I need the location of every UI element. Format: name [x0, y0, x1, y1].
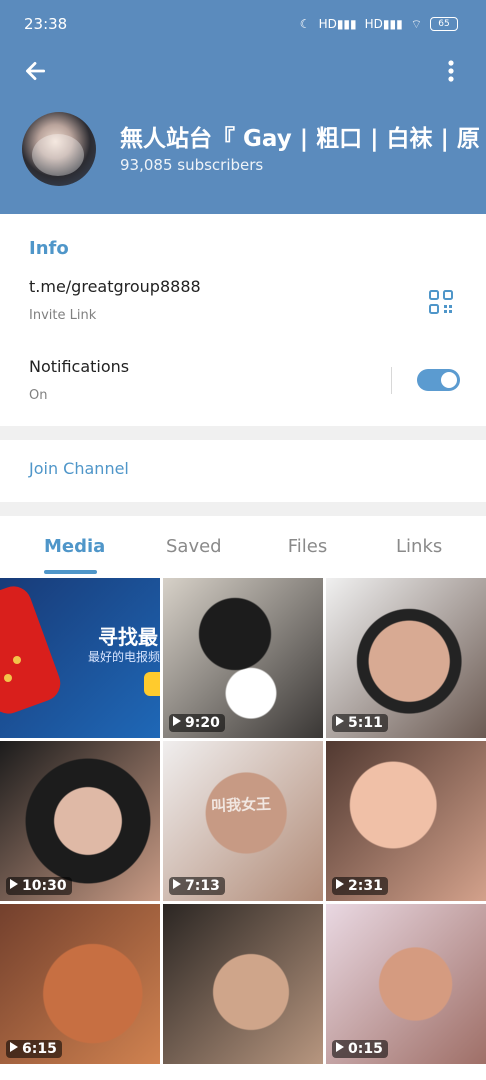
notifications-label: Notifications: [29, 357, 130, 376]
join-channel-section: Join Channel: [0, 440, 486, 502]
media-tile-video[interactable]: 9:20: [163, 578, 323, 738]
play-icon: [336, 1042, 344, 1052]
invite-link-row[interactable]: t.me/greatgroup8888 Invite Link: [29, 277, 389, 323]
more-options-button[interactable]: [434, 54, 468, 88]
qr-code-icon: [429, 290, 453, 314]
video-duration: 0:15: [332, 1040, 388, 1058]
media-tile-video[interactable]: 10:30: [0, 741, 160, 901]
media-tile-video[interactable]: 2:31: [326, 741, 486, 901]
video-duration: 5:11: [332, 714, 388, 732]
video-duration: 10:30: [6, 877, 72, 895]
media-tile-video[interactable]: 6:15: [0, 904, 160, 1064]
notifications-state: On: [29, 388, 48, 403]
media-tile-promo[interactable]: 寻找最 最好的电报频: [0, 578, 160, 738]
media-tabs: Media Saved Files Links: [0, 516, 486, 578]
channel-title: 無人站台『 Gay | 粗口 | 白袜 | 原: [120, 126, 480, 152]
signal-icon: HD▮▮▮: [318, 17, 357, 31]
media-tile-video[interactable]: 叫我女王 7:13: [163, 741, 323, 901]
notifications-toggle[interactable]: [417, 369, 460, 391]
status-icons: ☾ HD▮▮▮ HD▮▮▮ ⌔ 65: [300, 17, 458, 32]
info-section: Info t.me/greatgroup8888 Invite Link Not…: [0, 214, 486, 426]
media-grid: 寻找最 最好的电报频 9:20 5:11 10:30 叫我女王 7:13 2:3…: [0, 578, 486, 1080]
promo-title: 寻找最: [98, 625, 158, 649]
tab-files[interactable]: Files: [286, 536, 329, 557]
play-icon: [10, 879, 18, 889]
info-title: Info: [29, 238, 69, 259]
channel-avatar[interactable]: [22, 112, 96, 186]
promo-red-shape: [0, 581, 66, 719]
vertical-dots-icon: [448, 60, 454, 82]
battery-icon: 65: [430, 17, 458, 31]
promo-badge: [144, 672, 160, 696]
tab-links[interactable]: Links: [396, 536, 442, 557]
video-overlay-text: 叫我女王: [210, 794, 272, 816]
channel-identity: 無人站台『 Gay | 粗口 | 白袜 | 原 93,085 subscribe…: [120, 124, 480, 174]
promo-subtitle: 最好的电报频: [87, 650, 160, 664]
invite-link[interactable]: t.me/greatgroup8888: [29, 277, 389, 296]
join-channel-button[interactable]: Join Channel: [29, 459, 129, 478]
subscriber-count: 93,085 subscribers: [120, 156, 264, 174]
notifications-row[interactable]: Notifications On: [29, 357, 389, 403]
back-button[interactable]: [18, 54, 52, 88]
active-tab-indicator: [44, 570, 97, 574]
play-icon: [10, 1042, 18, 1052]
tab-saved[interactable]: Saved: [166, 536, 222, 557]
video-duration: 7:13: [169, 877, 225, 895]
channel-header: 23:38 ☾ HD▮▮▮ HD▮▮▮ ⌔ 65 無人站台『 Gay | 粗口 …: [0, 0, 486, 214]
video-duration: 6:15: [6, 1040, 62, 1058]
play-icon: [173, 879, 181, 889]
media-tile-video[interactable]: 0:15: [326, 904, 486, 1064]
play-icon: [173, 716, 181, 726]
play-icon: [336, 879, 344, 889]
status-time: 23:38: [24, 15, 68, 33]
media-tile-video[interactable]: 5:11: [326, 578, 486, 738]
wifi-icon: ⌔: [410, 16, 422, 31]
promo-star-small: [4, 674, 12, 682]
arrow-left-icon: [26, 62, 46, 80]
invite-link-label: Invite Link: [29, 308, 97, 323]
moon-icon: ☾: [299, 17, 311, 31]
signal-icon-secondary: HD▮▮▮: [364, 17, 403, 31]
qr-code-button[interactable]: [428, 289, 454, 315]
status-bar: 23:38 ☾ HD▮▮▮ HD▮▮▮ ⌔ 65: [24, 12, 458, 36]
video-duration: 9:20: [169, 714, 225, 732]
tab-media[interactable]: Media: [44, 536, 105, 557]
promo-star: [13, 656, 21, 664]
video-duration: 2:31: [332, 877, 388, 895]
toolbar: [18, 54, 468, 88]
toggle-knob: [439, 370, 459, 390]
channel-profile: 無人站台『 Gay | 粗口 | 白袜 | 原 93,085 subscribe…: [22, 112, 486, 186]
media-tile-video[interactable]: [163, 904, 323, 1064]
toggle-divider: [391, 367, 392, 394]
play-icon: [336, 716, 344, 726]
